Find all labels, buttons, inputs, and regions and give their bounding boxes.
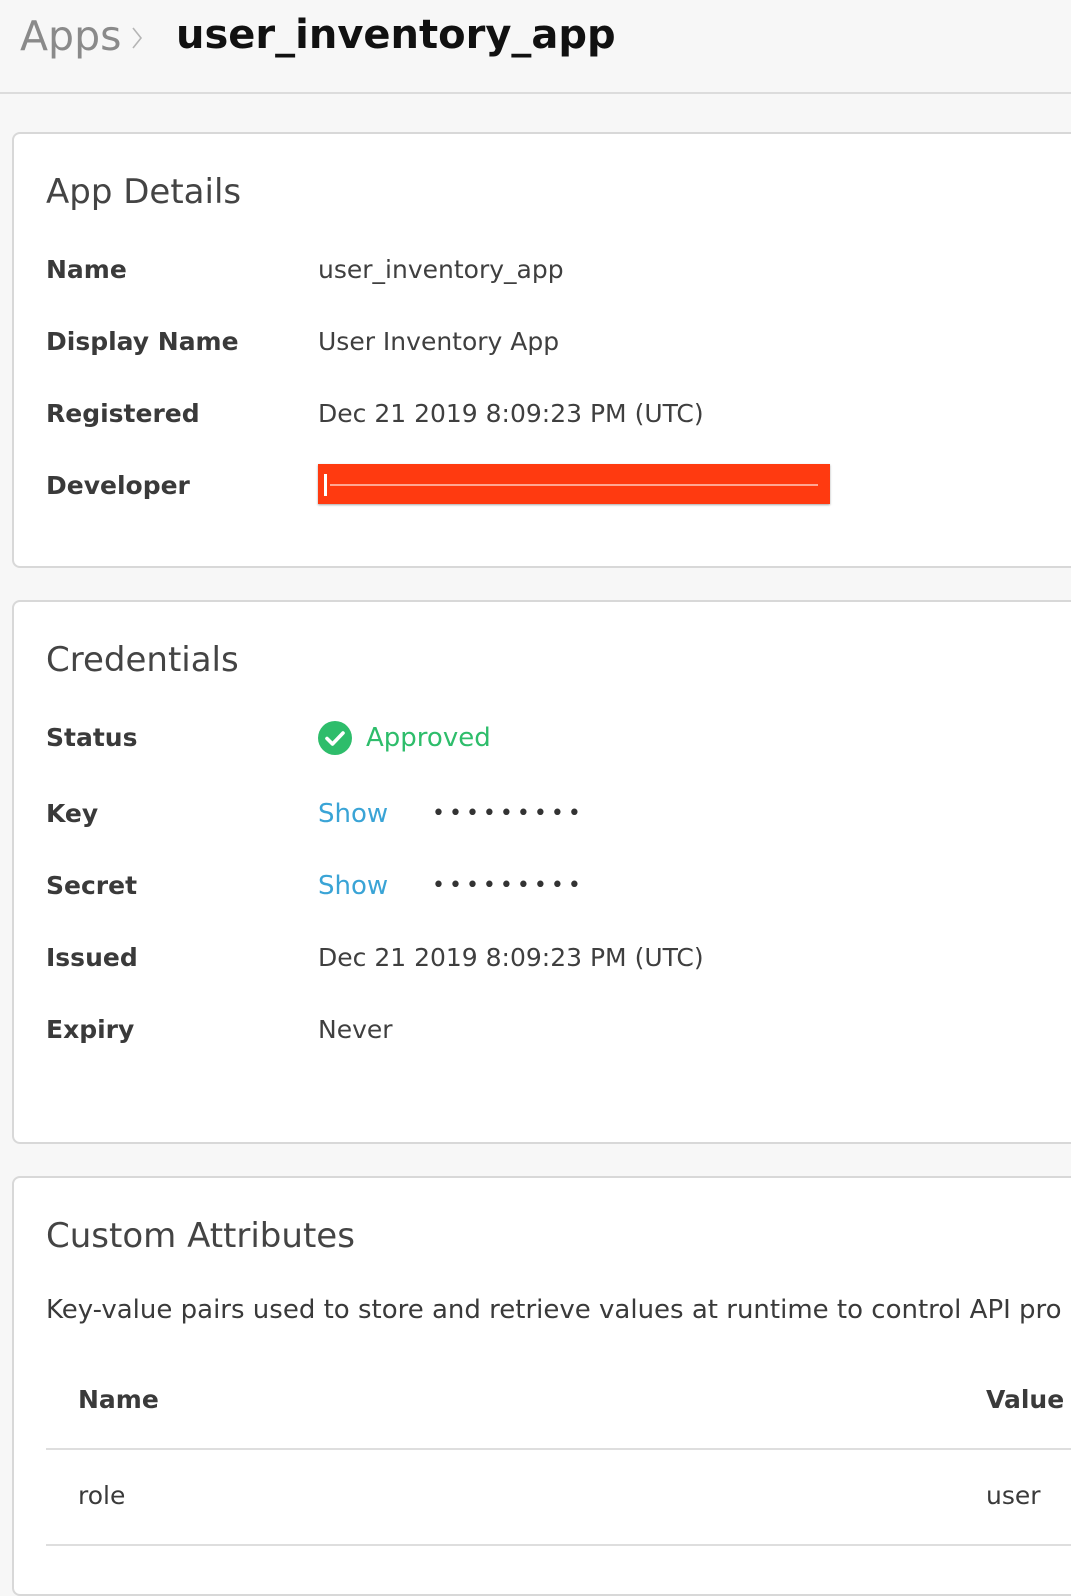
expiry-value: Never	[318, 1015, 393, 1044]
developer-label: Developer	[46, 471, 190, 500]
custom-attributes-card: Custom Attributes Key-value pairs used t…	[12, 1176, 1071, 1596]
credentials-title: Credentials	[46, 640, 239, 680]
page-title: user_inventory_app	[176, 12, 616, 58]
breadcrumb-apps-link[interactable]: Apps	[20, 10, 121, 62]
display-name-value: User Inventory App	[318, 327, 560, 356]
display-name-label: Display Name	[46, 327, 239, 356]
credentials-card: Credentials Status Approved Key Show •••…	[12, 600, 1071, 1144]
app-details-title: App Details	[46, 172, 242, 212]
app-details-card: App Details Name user_inventory_app Disp…	[12, 132, 1071, 568]
secret-label: Secret	[46, 871, 138, 900]
developer-value-redacted	[318, 464, 830, 504]
column-header-value: Value	[986, 1385, 1065, 1414]
page-header: Apps user_inventory_app	[0, 0, 1071, 94]
table-row-divider	[46, 1544, 1071, 1546]
status-value: Approved	[366, 723, 491, 753]
table-header-divider	[46, 1448, 1071, 1450]
issued-value: Dec 21 2019 8:09:23 PM (UTC)	[318, 943, 704, 972]
status-label: Status	[46, 723, 138, 752]
redaction-cursor	[324, 474, 327, 496]
check-circle-icon	[318, 721, 352, 755]
registered-label: Registered	[46, 399, 200, 428]
secret-masked-value: •••••••••	[432, 873, 585, 898]
show-secret-link[interactable]: Show	[318, 870, 388, 902]
custom-attributes-title: Custom Attributes	[46, 1216, 355, 1256]
redaction-strike	[330, 484, 818, 486]
custom-attributes-description: Key-value pairs used to store and retrie…	[46, 1295, 1062, 1325]
show-key-link[interactable]: Show	[318, 798, 388, 830]
name-label: Name	[46, 255, 127, 284]
attribute-value-cell: user	[986, 1481, 1041, 1510]
attribute-name-cell: role	[78, 1481, 126, 1510]
name-value: user_inventory_app	[318, 255, 564, 284]
column-header-name: Name	[78, 1385, 159, 1414]
issued-label: Issued	[46, 943, 138, 972]
chevron-right-icon	[132, 27, 143, 49]
registered-value: Dec 21 2019 8:09:23 PM (UTC)	[318, 399, 704, 428]
expiry-label: Expiry	[46, 1015, 135, 1044]
key-label: Key	[46, 799, 99, 828]
key-masked-value: •••••••••	[432, 801, 585, 826]
